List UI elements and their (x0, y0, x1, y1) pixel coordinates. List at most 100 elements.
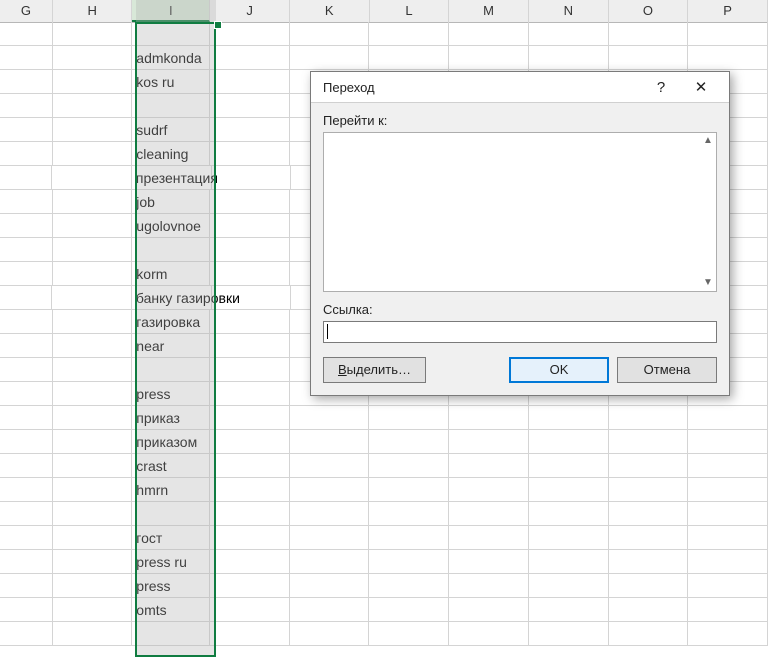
cell-J6[interactable] (210, 142, 290, 166)
cell-I18[interactable]: приказом (132, 430, 210, 454)
cell-J7[interactable] (212, 166, 291, 190)
cell-M2[interactable] (449, 46, 529, 70)
col-header-H[interactable]: H (53, 0, 133, 22)
cell-L21[interactable] (369, 502, 449, 526)
cell-H1[interactable] (53, 22, 133, 46)
cell-G24[interactable] (0, 574, 53, 598)
cell-H15[interactable] (53, 358, 133, 382)
cell-I16[interactable]: press (132, 382, 210, 406)
cell-P22[interactable] (688, 526, 768, 550)
cell-O2[interactable] (609, 46, 689, 70)
cell-N25[interactable] (529, 598, 609, 622)
cell-P19[interactable] (688, 454, 768, 478)
cell-H19[interactable] (53, 454, 133, 478)
select-special-button[interactable]: Выделить… (323, 357, 426, 383)
cell-G8[interactable] (0, 190, 53, 214)
cell-I17[interactable]: приказ (132, 406, 210, 430)
cell-L18[interactable] (369, 430, 449, 454)
cell-G25[interactable] (0, 598, 53, 622)
cell-I15[interactable] (132, 358, 210, 382)
cell-G9[interactable] (0, 214, 53, 238)
cell-L19[interactable] (369, 454, 449, 478)
col-header-O[interactable]: O (609, 0, 689, 22)
cell-I4[interactable] (132, 94, 210, 118)
cell-L24[interactable] (369, 574, 449, 598)
cell-N18[interactable] (529, 430, 609, 454)
cell-J11[interactable] (210, 262, 290, 286)
cell-P18[interactable] (688, 430, 768, 454)
cell-J12[interactable] (212, 286, 291, 310)
col-header-K[interactable]: K (290, 0, 370, 22)
cell-G2[interactable] (0, 46, 53, 70)
cell-G11[interactable] (0, 262, 53, 286)
cell-G26[interactable] (0, 622, 53, 646)
cell-J17[interactable] (210, 406, 290, 430)
cell-H25[interactable] (53, 598, 133, 622)
cell-O22[interactable] (609, 526, 689, 550)
cell-I2[interactable]: admkonda (132, 46, 210, 70)
cell-J15[interactable] (210, 358, 290, 382)
cell-N22[interactable] (529, 526, 609, 550)
cell-M22[interactable] (449, 526, 529, 550)
cell-J4[interactable] (210, 94, 290, 118)
cell-I26[interactable] (132, 622, 210, 646)
cell-G23[interactable] (0, 550, 53, 574)
cell-I25[interactable]: omts (132, 598, 210, 622)
cell-H4[interactable] (53, 94, 133, 118)
cell-O24[interactable] (609, 574, 689, 598)
cell-K1[interactable] (290, 22, 370, 46)
help-button[interactable]: ? (641, 72, 681, 102)
col-header-M[interactable]: M (449, 0, 529, 22)
cell-G6[interactable] (0, 142, 53, 166)
cell-G18[interactable] (0, 430, 53, 454)
cell-K17[interactable] (290, 406, 370, 430)
cell-J24[interactable] (210, 574, 290, 598)
cell-I13[interactable]: газировка (132, 310, 210, 334)
cell-I12[interactable]: банку газировки (132, 286, 212, 310)
cell-G20[interactable] (0, 478, 53, 502)
cell-P20[interactable] (688, 478, 768, 502)
scroll-up-icon[interactable]: ▲ (700, 133, 716, 149)
cell-K23[interactable] (290, 550, 370, 574)
cell-I1[interactable] (132, 22, 210, 46)
cell-G14[interactable] (0, 334, 53, 358)
cell-I7[interactable]: презентация (132, 166, 212, 190)
col-header-I[interactable]: I (132, 0, 210, 22)
cell-P24[interactable] (688, 574, 768, 598)
reference-input[interactable] (323, 321, 717, 343)
dialog-titlebar[interactable]: Переход ? ✕ (311, 72, 729, 103)
cell-H23[interactable] (53, 550, 133, 574)
cell-H3[interactable] (53, 70, 133, 94)
cell-H22[interactable] (53, 526, 133, 550)
cell-J1[interactable] (210, 22, 290, 46)
cell-J14[interactable] (210, 334, 290, 358)
cell-H8[interactable] (53, 190, 133, 214)
cell-I22[interactable]: гост (132, 526, 210, 550)
cell-N24[interactable] (529, 574, 609, 598)
cell-L22[interactable] (369, 526, 449, 550)
cell-I9[interactable]: ugolovnoe (132, 214, 210, 238)
cell-N21[interactable] (529, 502, 609, 526)
goto-listbox[interactable]: ▲ ▼ (323, 132, 717, 292)
cell-O19[interactable] (609, 454, 689, 478)
cell-P1[interactable] (688, 22, 768, 46)
cell-J20[interactable] (210, 478, 290, 502)
cell-J10[interactable] (210, 238, 290, 262)
cell-O26[interactable] (609, 622, 689, 646)
cell-K22[interactable] (290, 526, 370, 550)
cell-I5[interactable]: sudrf (132, 118, 210, 142)
cell-G7[interactable] (0, 166, 52, 190)
cell-H21[interactable] (53, 502, 133, 526)
cell-L23[interactable] (369, 550, 449, 574)
cell-M18[interactable] (449, 430, 529, 454)
cell-M19[interactable] (449, 454, 529, 478)
cell-M23[interactable] (449, 550, 529, 574)
cell-G21[interactable] (0, 502, 53, 526)
cell-M20[interactable] (449, 478, 529, 502)
cell-J19[interactable] (210, 454, 290, 478)
col-header-L[interactable]: L (370, 0, 450, 22)
cell-H6[interactable] (53, 142, 133, 166)
cell-P2[interactable] (688, 46, 768, 70)
scroll-down-icon[interactable]: ▼ (700, 275, 716, 291)
cell-J5[interactable] (210, 118, 290, 142)
